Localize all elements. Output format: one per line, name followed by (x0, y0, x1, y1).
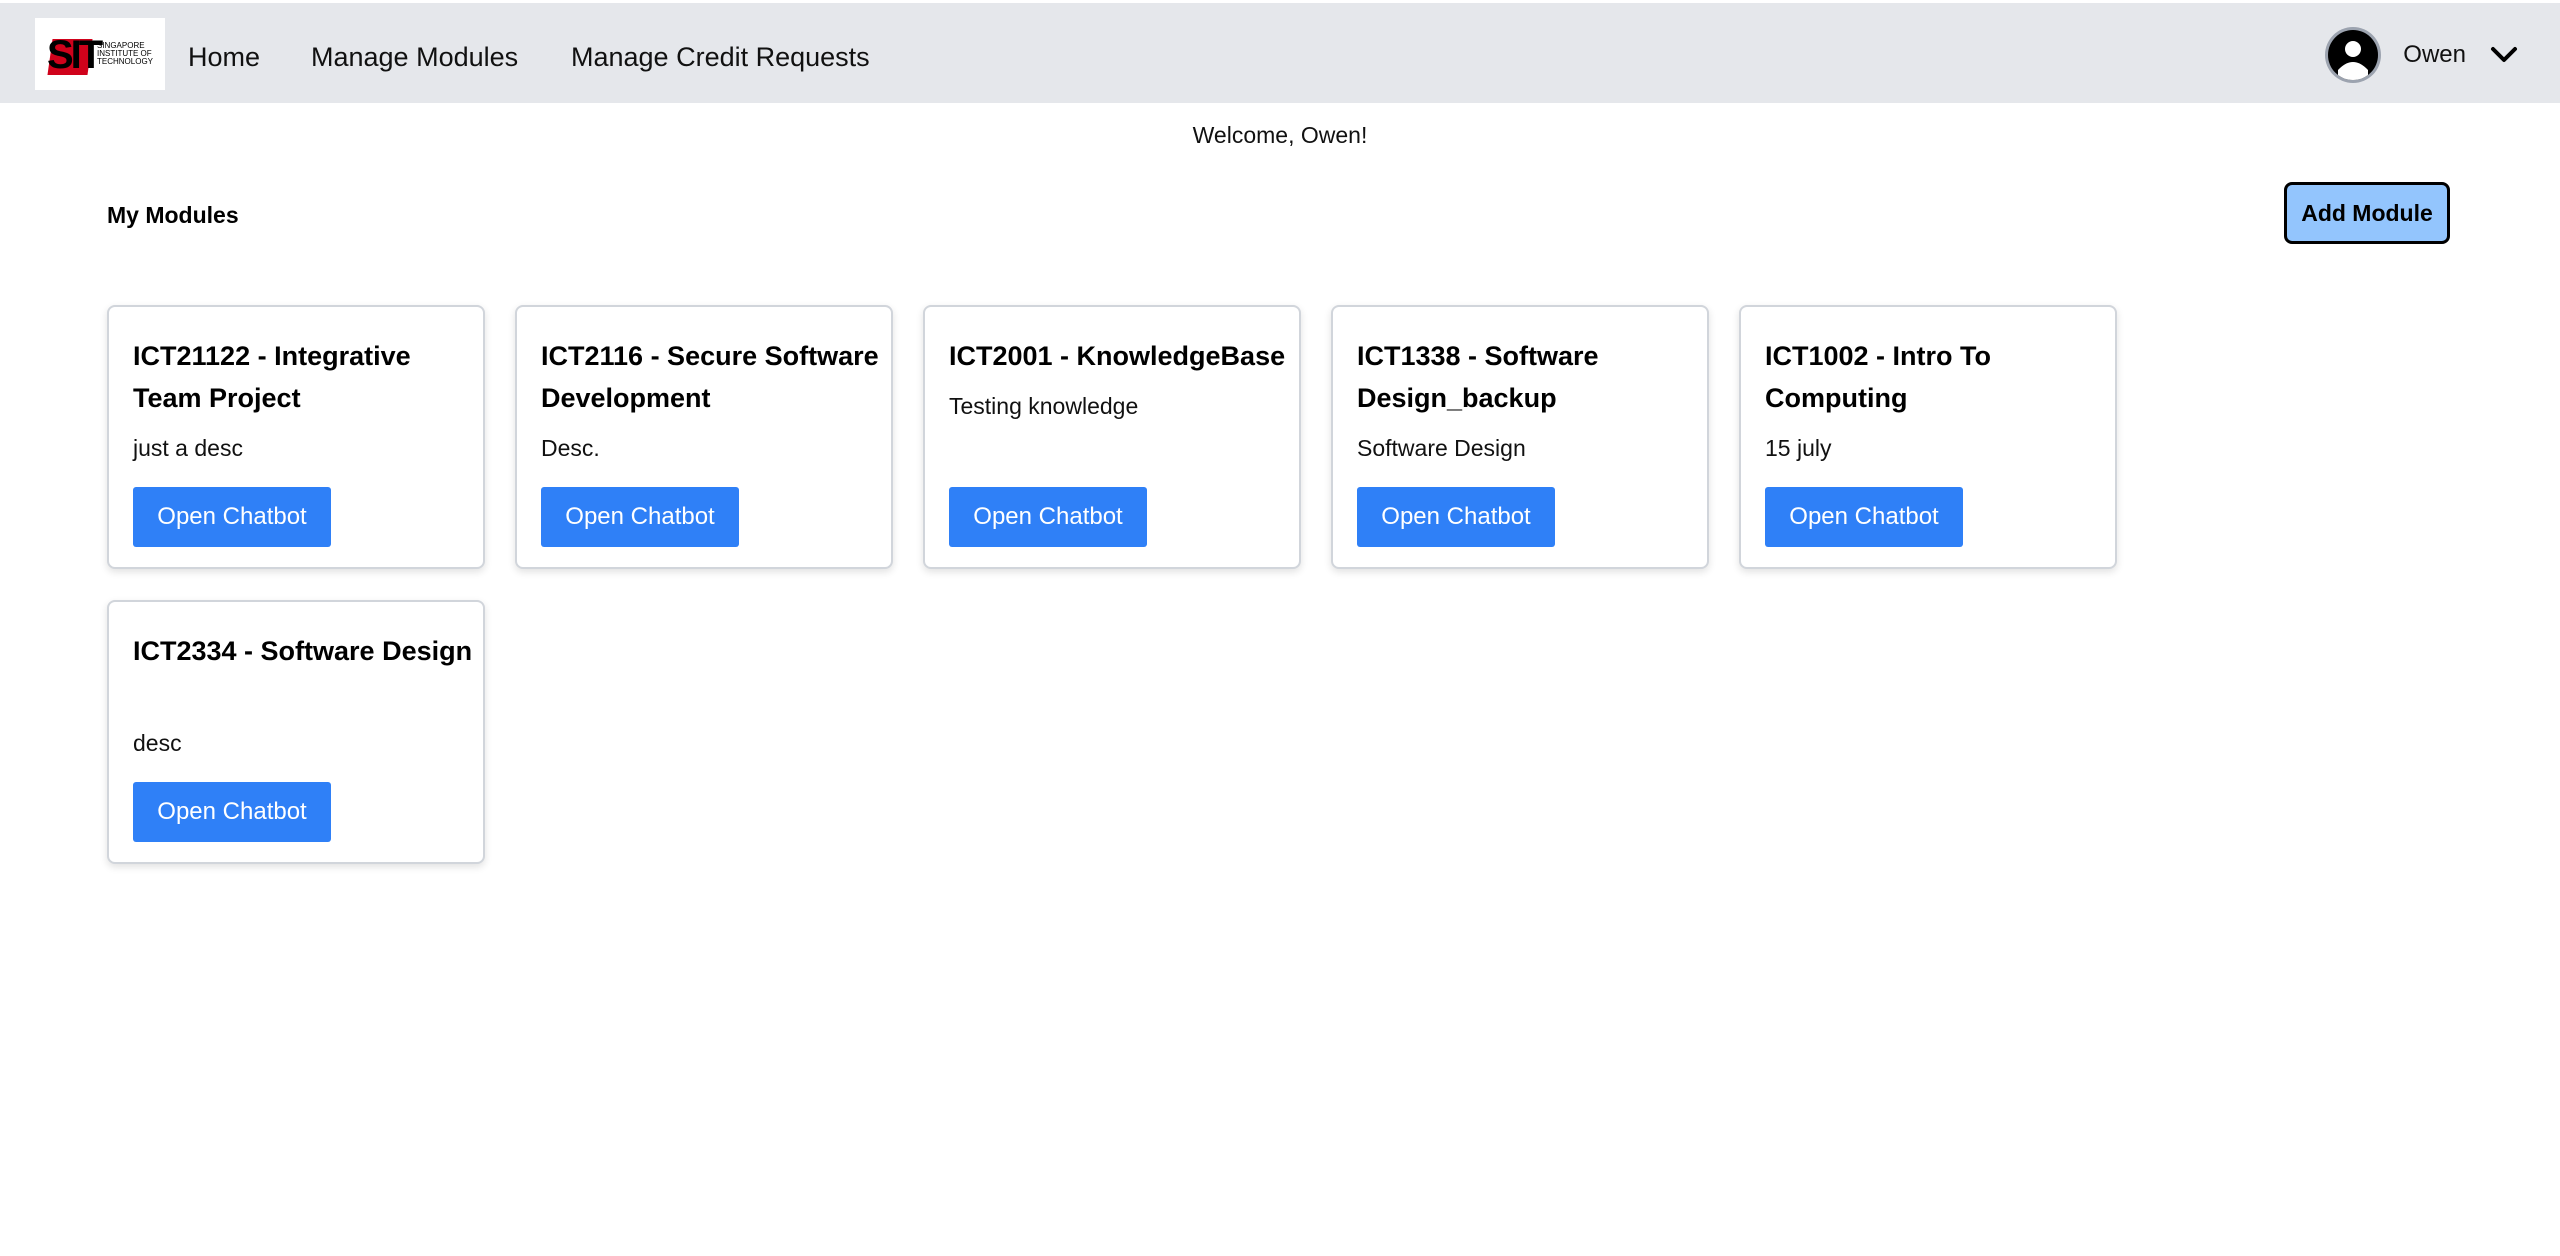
module-card: ICT2334 - Software Design desc Open Chat… (107, 600, 485, 864)
chevron-down-icon[interactable] (2488, 39, 2520, 71)
module-description: Testing knowledge (949, 393, 1139, 419)
module-description: desc (133, 730, 182, 756)
module-title: ICT2001 - KnowledgeBase (949, 341, 1286, 371)
logo-letters: SIT (47, 33, 103, 77)
logo-mark: SIT SINGAPORE INSTITUTE OF TECHNOLOGY (47, 31, 153, 77)
section-title: My Modules (107, 202, 239, 228)
module-title: ICT2334 - Software Design (133, 636, 473, 666)
module-card: ICT1338 - Software Design_backup Softwar… (1331, 305, 1709, 569)
module-title: ICT2116 - Secure Software Development (541, 341, 879, 413)
nav-home[interactable]: Home (188, 37, 260, 77)
user-menu[interactable]: Owen (2325, 27, 2520, 83)
user-circle-icon[interactable] (2325, 27, 2382, 83)
open-chatbot-button[interactable]: Open Chatbot (541, 487, 739, 547)
module-title: ICT1338 - Software Design_backup (1357, 341, 1599, 413)
top-navigation-bar: SIT SINGAPORE INSTITUTE OF TECHNOLOGY Ho… (0, 3, 2560, 103)
logo-emblem: SIT (47, 31, 103, 77)
module-card: ICT2001 - KnowledgeBase Testing knowledg… (923, 305, 1301, 569)
module-card: ICT1002 - Intro To Computing 15 july Ope… (1739, 305, 2117, 569)
module-description: Software Design (1357, 435, 1526, 461)
user-name[interactable]: Owen (2403, 41, 2466, 69)
welcome-message: Welcome, Owen! (1192, 122, 1368, 148)
module-card: ICT2116 - Secure Software Development De… (515, 305, 893, 569)
module-title: ICT1002 - Intro To Computing (1765, 341, 1992, 413)
module-card: ICT21122 - Integrative Team Project just… (107, 305, 485, 569)
open-chatbot-button[interactable]: Open Chatbot (1765, 487, 1963, 547)
module-description: 15 july (1765, 435, 1832, 461)
open-chatbot-button[interactable]: Open Chatbot (133, 782, 331, 842)
module-description: Desc. (541, 435, 600, 461)
nav-manage-modules[interactable]: Manage Modules (311, 37, 518, 77)
add-module-button[interactable]: Add Module (2284, 182, 2450, 244)
sit-logo[interactable]: SIT SINGAPORE INSTITUTE OF TECHNOLOGY (35, 18, 165, 90)
open-chatbot-button[interactable]: Open Chatbot (949, 487, 1147, 547)
open-chatbot-button[interactable]: Open Chatbot (1357, 487, 1555, 547)
module-title: ICT21122 - Integrative Team Project (133, 341, 411, 413)
nav-manage-credit-requests[interactable]: Manage Credit Requests (571, 37, 870, 77)
module-description: just a desc (133, 435, 243, 461)
open-chatbot-button[interactable]: Open Chatbot (133, 487, 331, 547)
logo-subtext: SINGAPORE INSTITUTE OF TECHNOLOGY (97, 41, 154, 66)
